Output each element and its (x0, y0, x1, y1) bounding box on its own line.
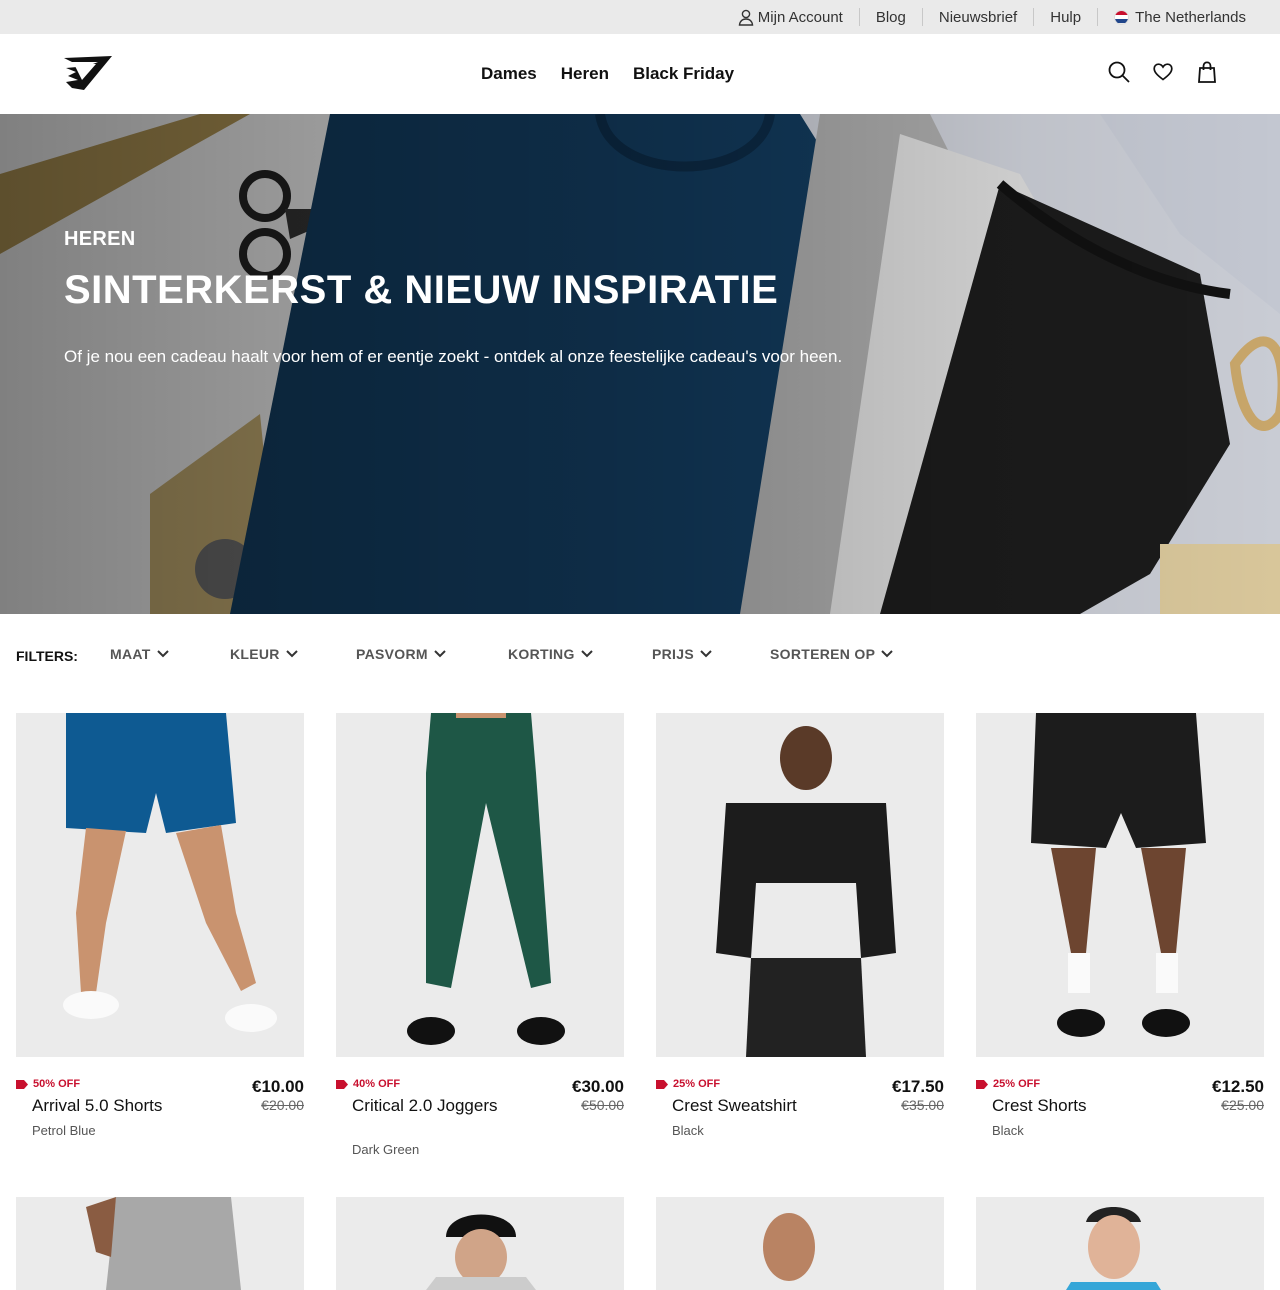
product-image[interactable] (976, 713, 1264, 1057)
filter-sorteren[interactable]: SORTEREN OP (770, 646, 893, 662)
nav-black-friday[interactable]: Black Friday (633, 64, 734, 84)
product-name[interactable]: Crest Shorts (992, 1096, 1142, 1115)
discount-badge: 50% OFF (16, 1078, 80, 1090)
discount-label: 25% OFF (673, 1078, 721, 1090)
discount-badge: 25% OFF (976, 1078, 1040, 1090)
product-image[interactable] (16, 1197, 304, 1290)
chevron-down-icon (434, 650, 446, 658)
filter-label: PRIJS (652, 646, 694, 662)
product-image[interactable] (336, 1197, 624, 1290)
product-image[interactable] (656, 713, 944, 1057)
utility-links: Mijn Account Blog Nieuwsbrief Hulp The N… (722, 0, 1262, 34)
product-color: Petrol Blue (32, 1123, 96, 1138)
product-old-price: €50.00 (581, 1097, 624, 1113)
filter-kleur[interactable]: KLEUR (230, 646, 298, 662)
hero-subtitle: Of je nou een cadeau haalt voor hem of e… (64, 347, 843, 366)
product-card[interactable] (976, 1197, 1264, 1290)
product-image[interactable] (976, 1197, 1264, 1290)
product-card[interactable]: 25% OFF Crest Shorts Black €12.50 €25.00 (976, 713, 1264, 1138)
filter-label: PASVORM (356, 646, 428, 662)
product-card[interactable]: 40% OFF Critical 2.0 Joggers Dark Green … (336, 713, 624, 1157)
product-old-price: €25.00 (1221, 1097, 1264, 1113)
discount-label: 40% OFF (353, 1078, 401, 1090)
filters-label: FILTERS: (16, 648, 78, 664)
utility-bar: Mijn Account Blog Nieuwsbrief Hulp The N… (0, 0, 1280, 34)
hero-banner[interactable]: HEREN SINTERKERST & NIEUW INSPIRATIE Of … (0, 114, 1280, 614)
filter-label: MAAT (110, 646, 151, 662)
header-actions (1108, 60, 1218, 84)
product-name[interactable]: Crest Sweatshirt (672, 1096, 822, 1115)
filter-prijs[interactable]: PRIJS (652, 646, 712, 662)
netherlands-flag-icon (1114, 9, 1130, 25)
product-image[interactable] (336, 713, 624, 1057)
filter-label: KLEUR (230, 646, 280, 662)
blog-link[interactable]: Blog (858, 8, 922, 26)
bag-icon[interactable] (1196, 60, 1218, 84)
region-label: The Netherlands (1135, 8, 1246, 26)
product-price: €10.00 (252, 1077, 304, 1096)
product-card[interactable] (336, 1197, 624, 1290)
product-color: Black (672, 1123, 704, 1138)
filter-maat[interactable]: MAAT (110, 646, 169, 662)
heart-icon[interactable] (1152, 60, 1174, 84)
product-price: €12.50 (1212, 1077, 1264, 1096)
product-old-price: €35.00 (901, 1097, 944, 1113)
product-color: Dark Green (352, 1142, 420, 1157)
hero-title: SINTERKERST & NIEUW INSPIRATIE (64, 268, 779, 312)
product-card[interactable]: 25% OFF Crest Sweatshirt Black €17.50 €3… (656, 713, 944, 1138)
chevron-down-icon (881, 650, 893, 658)
discount-badge: 40% OFF (336, 1078, 400, 1090)
nav-heren[interactable]: Heren (561, 64, 609, 84)
tag-icon (16, 1079, 28, 1089)
product-card[interactable] (16, 1197, 304, 1290)
product-card[interactable]: 50% OFF Arrival 5.0 Shorts Petrol Blue €… (16, 713, 304, 1138)
user-icon (738, 9, 754, 26)
product-old-price: €20.00 (261, 1097, 304, 1113)
gymshark-logo[interactable] (62, 54, 114, 92)
region-selector[interactable]: The Netherlands (1097, 8, 1262, 26)
product-color: Black (992, 1123, 1024, 1138)
help-link[interactable]: Hulp (1033, 8, 1097, 26)
product-name[interactable]: Critical 2.0 Joggers (352, 1096, 502, 1115)
filter-pasvorm[interactable]: PASVORM (356, 646, 446, 662)
filter-korting[interactable]: KORTING (508, 646, 593, 662)
filter-label: KORTING (508, 646, 575, 662)
chevron-down-icon (580, 650, 593, 658)
tag-icon (976, 1079, 988, 1089)
account-link[interactable]: Mijn Account (722, 8, 859, 26)
tag-icon (336, 1079, 348, 1089)
chevron-down-icon (156, 650, 169, 658)
filter-bar: FILTERS: MAAT KLEUR PASVORM KORTING PRIJ… (16, 644, 1016, 668)
discount-label: 25% OFF (993, 1078, 1041, 1090)
discount-badge: 25% OFF (656, 1078, 720, 1090)
newsletter-link[interactable]: Nieuwsbrief (921, 8, 1033, 26)
product-image[interactable] (656, 1197, 944, 1290)
chevron-down-icon (286, 650, 298, 658)
search-icon[interactable] (1108, 60, 1130, 84)
filter-label: SORTEREN OP (770, 646, 876, 662)
product-card[interactable] (656, 1197, 944, 1290)
product-image[interactable] (16, 713, 304, 1057)
hero-eyebrow: HEREN (64, 228, 136, 250)
product-price: €17.50 (892, 1077, 944, 1096)
discount-label: 50% OFF (33, 1078, 81, 1090)
product-name[interactable]: Arrival 5.0 Shorts (32, 1096, 182, 1115)
product-price: €30.00 (572, 1077, 624, 1096)
nav-dames[interactable]: Dames (481, 64, 537, 84)
account-label: Mijn Account (757, 8, 843, 26)
main-nav: Dames Heren Black Friday (481, 64, 758, 84)
tag-icon (656, 1079, 668, 1089)
chevron-down-icon (700, 650, 712, 658)
site-header: Dames Heren Black Friday (0, 34, 1280, 114)
